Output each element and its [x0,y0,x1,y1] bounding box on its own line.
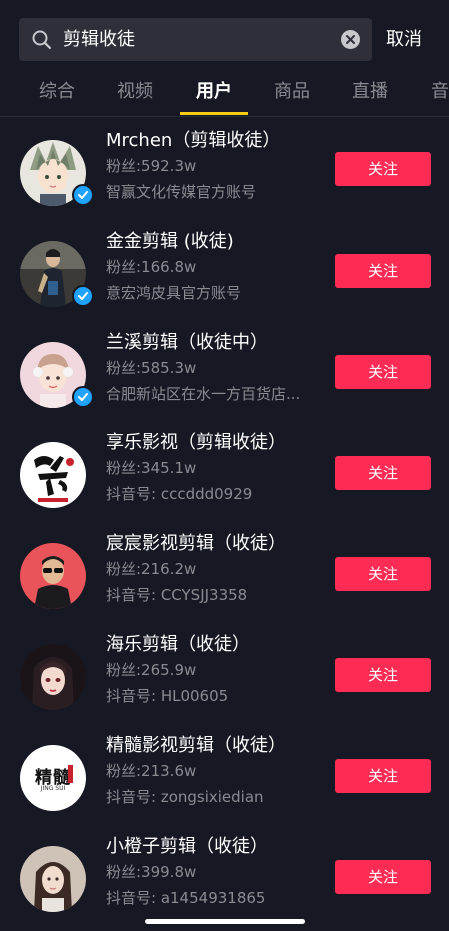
follow-button[interactable]: 关注 [335,254,431,288]
user-fans-count: 粉丝:399.8w [106,863,197,881]
user-fans-count: 粉丝:166.8w [106,258,197,276]
cancel-button[interactable]: 取消 [386,18,422,61]
user-list-item[interactable]: 金金剪辑 (收徒) 粉丝:166.8w 意宏鸿皮具官方账号 关注 [0,231,449,341]
home-indicator[interactable] [145,919,305,924]
search-header: 剪辑收徒 取消 [0,0,449,80]
tab-music[interactable]: 音 [431,72,449,112]
user-fans-count: 粉丝:216.2w [106,560,197,578]
user-fans-count: 粉丝:585.3w [106,359,197,377]
avatar-seal [68,765,73,783]
illustrated-girl-avatar[interactable] [20,644,86,710]
user-description: 抖音号: HL00605 [106,687,229,705]
user-name[interactable]: 兰溪剪辑（收徒中） [106,330,268,356]
follow-button[interactable]: 关注 [335,152,431,186]
user-name[interactable]: 精髓影视剪辑（收徒） [106,733,286,759]
tab-live[interactable]: 直播 [352,72,388,112]
search-query-text: 剪辑收徒 [63,29,135,50]
follow-button[interactable]: 关注 [335,658,431,692]
user-name[interactable]: Mrchen（剪辑收徒） [106,128,280,154]
user-name[interactable]: 宸宸影视剪辑（收徒） [106,531,286,557]
verified-badge-icon [72,184,94,206]
user-name[interactable]: 小橙子剪辑（收徒） [106,834,268,860]
woman-selfie-avatar[interactable] [20,846,86,912]
follow-button[interactable]: 关注 [335,355,431,389]
avatar-logo-subtext: JING SUI [40,785,66,792]
user-description: 合肥新站区在水一方百货店... [106,385,301,403]
user-name[interactable]: 享乐影视（剪辑收徒） [106,430,286,456]
clear-icon[interactable] [341,30,360,49]
user-list-item[interactable]: 海乐剪辑（收徒） 粉丝:265.9w 抖音号: HL00605 关注 [0,634,449,744]
user-description: 智赢文化传媒官方账号 [106,183,257,201]
user-description: 抖音号: zongsixiedian [106,788,264,806]
follow-button[interactable]: 关注 [335,557,431,591]
user-fans-count: 粉丝:592.3w [106,157,197,175]
user-name[interactable]: 金金剪辑 (收徒) [106,229,234,255]
active-tab-indicator [180,112,248,115]
verified-badge-icon [72,285,94,307]
tab-products[interactable]: 商品 [274,72,310,112]
search-input[interactable]: 剪辑收徒 [19,18,372,61]
follow-button[interactable]: 关注 [335,456,431,490]
user-fans-count: 粉丝:345.1w [106,459,197,477]
search-tabs: 综合 视频 用户 商品 直播 音 [0,72,449,117]
user-list-item[interactable]: Mrchen（剪辑收徒） 粉丝:592.3w 智赢文化传媒官方账号 关注 [0,130,449,240]
follow-button[interactable]: 关注 [335,860,431,894]
verified-badge-icon [72,386,94,408]
user-fans-count: 粉丝:213.6w [106,762,197,780]
user-name[interactable]: 海乐剪辑（收徒） [106,632,250,658]
man-sunglasses-avatar[interactable] [20,543,86,609]
user-fans-count: 粉丝:265.9w [106,661,197,679]
user-description: 意宏鸿皮具官方账号 [106,284,242,302]
user-list-item[interactable]: 宸宸影视剪辑（收徒） 粉丝:216.2w 抖音号: CCYSJJ3358 关注 [0,533,449,643]
user-description: 抖音号: a1454931865 [106,889,266,907]
user-list-item[interactable]: 精髓 JING SUI 精髓影视剪辑（收徒） 粉丝:213.6w 抖音号: zo… [0,735,449,845]
user-list-item[interactable]: 享乐影视（剪辑收徒） 粉丝:345.1w 抖音号: cccddd0929 关注 [0,432,449,542]
calligraphy-logo-avatar[interactable] [20,442,86,508]
jingsui-logo-avatar[interactable]: 精髓 JING SUI [20,745,86,811]
follow-button[interactable]: 关注 [335,759,431,793]
user-description: 抖音号: cccddd0929 [106,485,253,503]
tab-videos[interactable]: 视频 [117,72,153,112]
user-description: 抖音号: CCYSJJ3358 [106,586,248,604]
search-icon [31,29,53,51]
user-list-item[interactable]: 兰溪剪辑（收徒中） 粉丝:585.3w 合肥新站区在水一方百货店... 关注 [0,332,449,442]
tab-comprehensive[interactable]: 综合 [39,72,75,112]
search-results-page: 剪辑收徒 取消 综合 视频 用户 商品 直播 音 Mrchen（剪辑收徒） 粉丝… [0,0,449,931]
tab-users[interactable]: 用户 [196,72,232,112]
